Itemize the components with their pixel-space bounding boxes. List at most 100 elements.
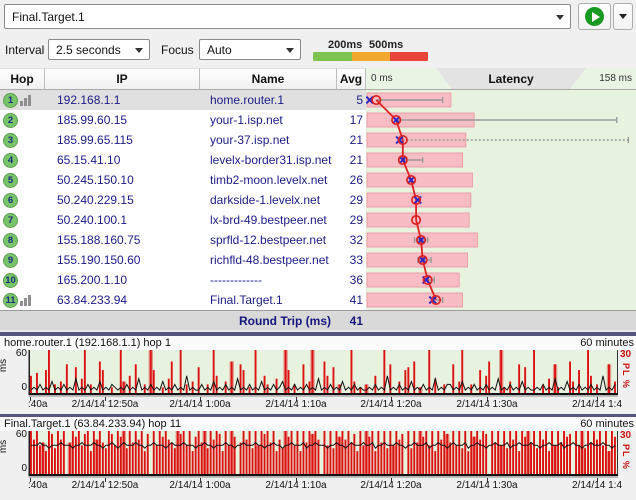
timeline-plot-hop1[interactable] xyxy=(0,350,636,397)
round-trip-value: 41 xyxy=(337,314,363,328)
name-cell: your-37.isp.net xyxy=(200,133,337,147)
hop-badge: 8 xyxy=(3,233,18,248)
table-row[interactable]: 2 185.99.60.15your-1.isp.net17 xyxy=(0,110,366,130)
hop-badge: 2 xyxy=(3,113,18,128)
timeline-graph-hop11-header: Final.Target.1 (63.84.233.94) hop 11 60 … xyxy=(0,417,636,431)
time-tick-label: 2/14/14 1:00a xyxy=(169,399,230,410)
pingplotter-window: Final.Target.1 Interval 2.5 seconds Focu… xyxy=(0,0,636,500)
play-icon xyxy=(585,7,604,26)
ip-cell: 185.99.65.115 xyxy=(45,133,200,147)
table-row[interactable]: 465.15.41.10levelx-border31.isp.net21 xyxy=(0,150,366,170)
table-row[interactable]: 9 155.190.150.60richfld-48.bestpeer.net33 xyxy=(0,250,366,270)
time-tick-label: 2/14/14 12:50a xyxy=(72,399,139,410)
table-row[interactable]: 1 192.168.1.1home.router.15 xyxy=(0,90,366,110)
avg-cell: 36 xyxy=(337,273,366,287)
time-axis-hop11: :40a2/14/14 12:50a2/14/14 1:00a2/14/14 1… xyxy=(0,478,636,492)
interval-label: Interval xyxy=(5,43,44,57)
timeline-graph-hop1-header: home.router.1 (192.168.1.1) hop 1 60 min… xyxy=(0,336,636,350)
name-cell: Final.Target.1 xyxy=(200,293,337,307)
time-tick-label: 2/14/14 1:10a xyxy=(265,399,326,410)
timeline-svg-hop1 xyxy=(0,350,636,397)
table-row[interactable]: 650.240.229.15darkside-1.levelx.net29 xyxy=(0,190,366,210)
focus-label: Focus xyxy=(161,43,194,57)
name-cell: lx-brd-49.bestpeer.net xyxy=(200,213,337,227)
round-trip-row: Round Trip (ms) 41 xyxy=(0,310,636,330)
hop-badge: 7 xyxy=(3,213,18,228)
focus-combobox[interactable]: Auto xyxy=(199,39,301,60)
hop-badge: 6 xyxy=(3,193,18,208)
hop-cell: 11 xyxy=(0,293,45,308)
time-tick-label: 2/14/14 1:20a xyxy=(360,399,421,410)
ip-cell: 165.200.1.10 xyxy=(45,273,200,287)
table-row[interactable]: 8155.188.160.75sprfld-12.bestpeer.net32 xyxy=(0,230,366,250)
hop-badge: 4 xyxy=(3,153,18,168)
latency-axis-title: Latency xyxy=(436,68,586,89)
chevron-down-icon xyxy=(556,15,564,20)
column-header-ip[interactable]: IP xyxy=(45,68,200,90)
avg-cell: 32 xyxy=(337,233,366,247)
column-header-name[interactable]: Name xyxy=(200,68,337,90)
ip-cell: 65.15.41.10 xyxy=(45,153,200,167)
column-header-avg[interactable]: Avg xyxy=(337,68,366,90)
chevron-down-icon xyxy=(286,48,294,53)
timeline-graph-hop1-title: home.router.1 (192.168.1.1) hop 1 xyxy=(4,337,171,349)
avg-cell: 33 xyxy=(337,253,366,267)
ip-cell: 63.84.233.94 xyxy=(45,293,200,307)
hop-cell: 10 xyxy=(0,273,45,288)
ip-cell: 50.245.150.10 xyxy=(45,173,200,187)
hop-cell: 7 xyxy=(0,213,45,228)
ip-cell: 50.240.100.1 xyxy=(45,213,200,227)
hop-badge: 9 xyxy=(3,253,18,268)
timeline-graph-hop1: home.router.1 (192.168.1.1) hop 1 60 min… xyxy=(0,336,636,414)
timeline-graph-hop11: Final.Target.1 (63.84.233.94) hop 11 60 … xyxy=(0,417,636,500)
column-header-hop[interactable]: Hop xyxy=(0,68,45,90)
ip-cell: 192.168.1.1 xyxy=(45,93,200,107)
latency-range-chart[interactable] xyxy=(366,90,636,310)
latency-color-scale xyxy=(313,52,428,61)
table-row[interactable]: 11 63.84.233.94Final.Target.141 xyxy=(0,290,366,310)
avg-cell: 17 xyxy=(337,113,366,127)
column-header-latency[interactable]: 0 ms Latency 158 ms xyxy=(366,68,636,90)
start-trace-button[interactable] xyxy=(578,3,611,30)
ip-cell: 155.190.150.60 xyxy=(45,253,200,267)
time-tick-label: 2/14/14 12:50a xyxy=(72,480,139,491)
name-cell: timb2-moon.levelx.net xyxy=(200,173,337,187)
name-cell: ------------- xyxy=(200,273,337,287)
hop-cell: 3 xyxy=(0,133,45,148)
time-tick-label: 2/14/14 1:4 xyxy=(572,399,622,410)
bar-chart-icon xyxy=(20,295,32,306)
time-tick-label: :40a xyxy=(28,480,47,491)
name-cell: home.router.1 xyxy=(200,93,337,107)
hop-cell: 9 xyxy=(0,253,45,268)
latency-axis-max: 158 ms xyxy=(599,73,632,84)
hop-cell: 8 xyxy=(0,233,45,248)
table-row[interactable]: 7 50.240.100.1lx-brd-49.bestpeer.net29 xyxy=(0,210,366,230)
hop-badge: 11 xyxy=(3,293,18,308)
hop-cell: 5 xyxy=(0,173,45,188)
hop-badge: 1 xyxy=(3,93,18,108)
name-cell: richfld-48.bestpeer.net xyxy=(200,253,337,267)
avg-cell: 41 xyxy=(337,293,366,307)
ip-cell: 185.99.60.15 xyxy=(45,113,200,127)
focus-combobox-value: Auto xyxy=(207,43,232,57)
avg-cell: 29 xyxy=(337,213,366,227)
name-cell: darkside-1.levelx.net xyxy=(200,193,337,207)
avg-cell: 21 xyxy=(337,153,366,167)
table-row[interactable]: 3185.99.65.115your-37.isp.net21 xyxy=(0,130,366,150)
table-row[interactable]: 550.245.150.10timb2-moon.levelx.net26 xyxy=(0,170,366,190)
target-combobox-value: Final.Target.1 xyxy=(12,10,85,24)
avg-cell: 5 xyxy=(337,93,366,107)
interval-combobox-value: 2.5 seconds xyxy=(56,43,121,57)
interval-combobox[interactable]: 2.5 seconds xyxy=(48,39,150,60)
hop-cell: 2 xyxy=(0,113,45,128)
hop-badge: 10 xyxy=(3,273,18,288)
trace-options-dropdown-button[interactable] xyxy=(613,3,633,30)
time-tick-label: :40a xyxy=(28,399,47,410)
timeline-plot-hop11[interactable] xyxy=(0,431,636,478)
bar-chart-icon xyxy=(20,95,32,106)
chevron-down-icon xyxy=(135,48,143,53)
name-cell: your-1.isp.net xyxy=(200,113,337,127)
target-combobox[interactable]: Final.Target.1 xyxy=(4,4,571,29)
ip-cell: 155.188.160.75 xyxy=(45,233,200,247)
table-row[interactable]: 10 165.200.1.10-------------36 xyxy=(0,270,366,290)
